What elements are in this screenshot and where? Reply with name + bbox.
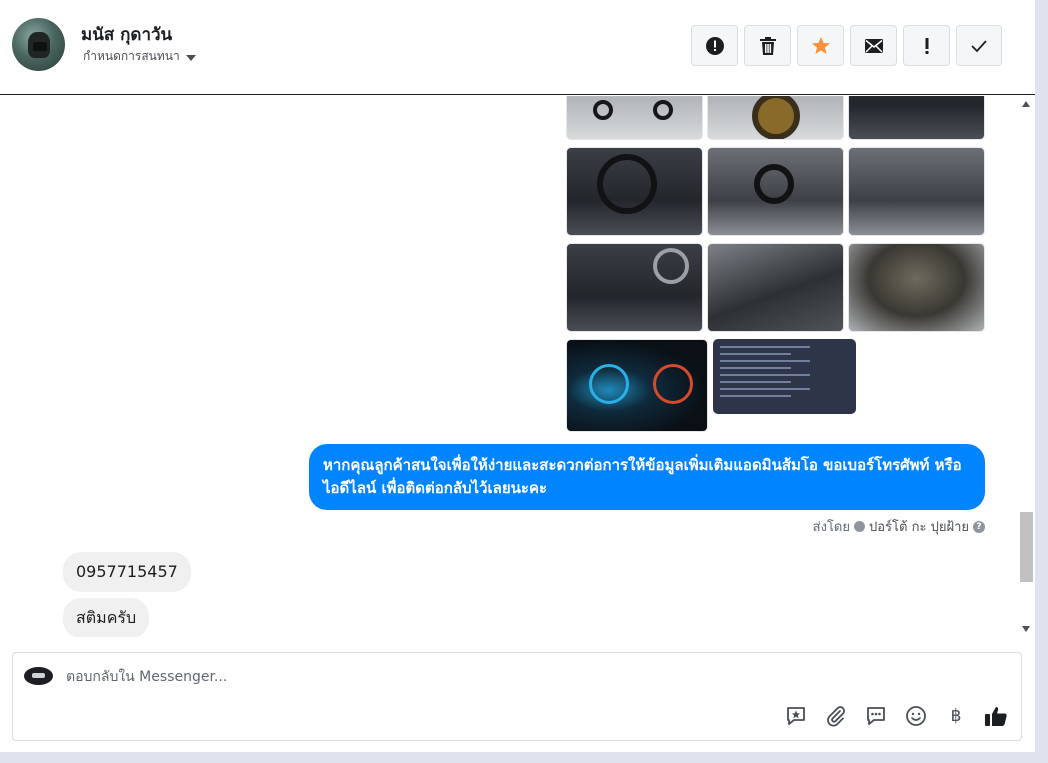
mark-unread-button[interactable] [850, 25, 897, 66]
saved-reply-icon [787, 707, 805, 725]
conversation-header: มนัส กุดาวัน กำหนดการสนทนา [0, 0, 1035, 95]
sent-by-label: ส่งโดย [812, 520, 850, 535]
reply-input[interactable] [66, 666, 766, 688]
attach-button[interactable] [823, 703, 849, 729]
follow-up-button[interactable] [903, 25, 950, 66]
exclamation-icon [925, 37, 928, 54]
caret-down-icon [185, 54, 196, 61]
conversation-scrollbar[interactable] [1018, 96, 1035, 637]
envelope-icon [864, 38, 883, 53]
photo-thumbnail[interactable] [566, 243, 703, 332]
like-button[interactable] [983, 703, 1009, 729]
incoming-message-bubble[interactable]: สติมครับ [63, 598, 150, 637]
scroll-up-arrow-icon[interactable] [1022, 101, 1030, 107]
comment-icon [867, 707, 885, 725]
assign-conversation-dropdown[interactable]: กำหนดการสนทนา [83, 47, 196, 66]
emoji-icon [906, 706, 926, 726]
photo-thumbnail[interactable] [848, 96, 985, 140]
reply-composer: ฿ [12, 652, 1022, 741]
attachment-icon [827, 706, 846, 727]
sent-by-info: ส่งโดย ปอร์โต้ กะ ปุยฝ้าย ? [813, 516, 985, 537]
incoming-message-bubble[interactable]: 0957715457 [63, 552, 191, 592]
photo-thumbnail[interactable] [566, 147, 703, 236]
photo-thumbnail[interactable] [848, 147, 985, 236]
emoji-button[interactable] [903, 703, 929, 729]
message-list[interactable]: หากคุณลูกค้าสนใจเพื่อให้ง่ายและสะดวกต่อก… [0, 96, 1018, 637]
star-icon [811, 36, 830, 54]
payment-button[interactable]: ฿ [943, 703, 969, 729]
exclamation-circle-icon [705, 36, 724, 55]
photo-thumbnail[interactable] [707, 96, 844, 140]
contact-name[interactable]: มนัส กุดาวัน [81, 21, 172, 48]
spam-button[interactable] [691, 25, 738, 66]
scroll-thumb[interactable] [1020, 512, 1033, 582]
photo-thumbnail[interactable] [707, 147, 844, 236]
page-logo [24, 667, 53, 685]
delete-button[interactable] [744, 25, 791, 66]
photo-thumbnail[interactable] [848, 243, 985, 332]
photo-thumbnail[interactable] [566, 339, 708, 432]
photo-thumbnail[interactable] [566, 96, 703, 140]
scroll-down-arrow-icon[interactable] [1022, 626, 1030, 632]
avatar[interactable] [12, 18, 65, 71]
star-button[interactable] [797, 25, 844, 66]
sent-by-agent[interactable]: ปอร์โต้ กะ ปุยฝ้าย [869, 516, 969, 537]
photo-thumbnail[interactable] [707, 243, 844, 332]
verified-icon [854, 521, 865, 532]
assign-label: กำหนดการสนทนา [83, 49, 180, 63]
conversation-toolbar [691, 25, 1002, 66]
conversation-panel: มนัส กุดาวัน กำหนดการสนทนา หากคุณลูกค้าส… [0, 0, 1035, 752]
baht-icon: ฿ [950, 706, 962, 726]
thumbs-up-icon [985, 707, 1007, 726]
help-icon[interactable]: ? [973, 520, 985, 533]
trash-icon [759, 36, 776, 55]
comment-button[interactable] [863, 703, 889, 729]
mark-done-button[interactable] [956, 25, 1002, 66]
photo-thumbnail[interactable] [713, 339, 856, 414]
outgoing-message-bubble[interactable]: หากคุณลูกค้าสนใจเพื่อให้ง่ายและสะดวกต่อก… [309, 444, 985, 510]
composer-toolbar: ฿ [783, 703, 1009, 729]
checkmark-icon [971, 39, 987, 52]
saved-reply-button[interactable] [783, 703, 809, 729]
